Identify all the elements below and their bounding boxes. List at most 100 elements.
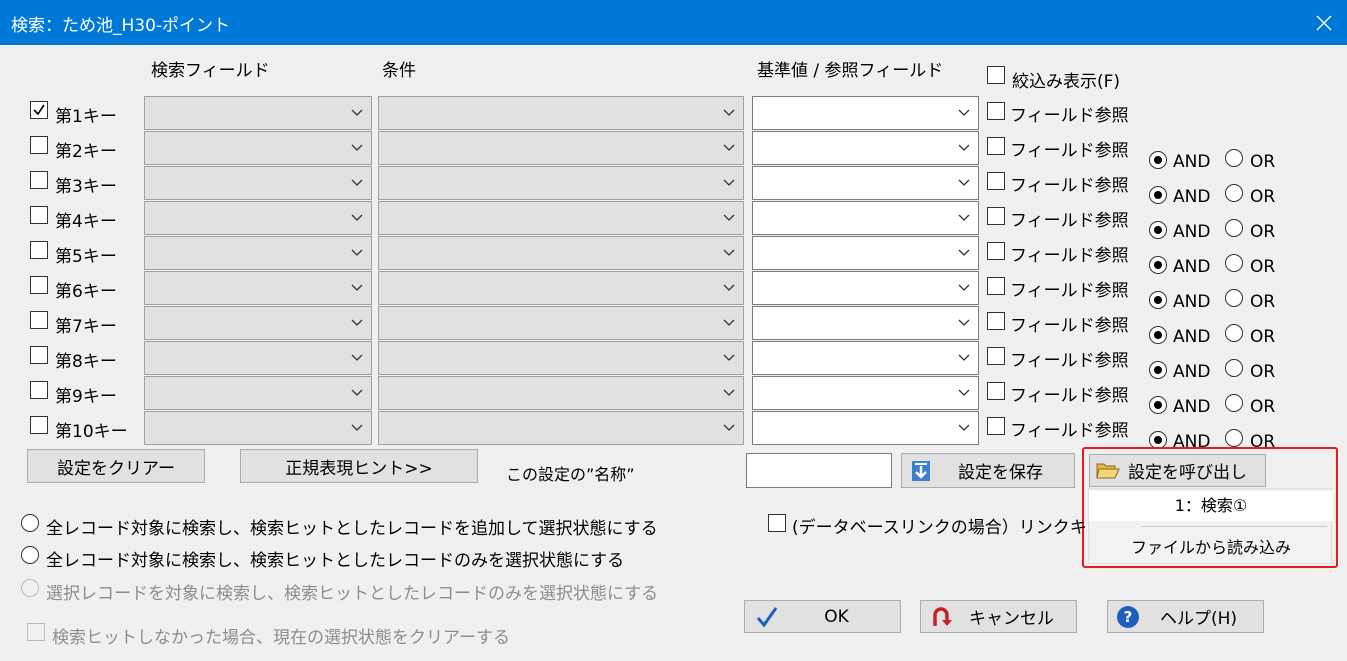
field-ref-label: フィールド参照 [1010,316,1129,336]
search-field-dropdown[interactable] [144,166,372,200]
key-row: 第1キー フィールド参照 [0,96,1347,131]
condition-dropdown[interactable] [378,131,744,165]
mode-radio-only[interactable] [21,546,39,564]
field-ref-checkbox[interactable] [987,277,1005,295]
key-label: 第3キー [55,177,117,197]
or-radio[interactable] [1225,359,1243,377]
condition-dropdown[interactable] [378,201,744,235]
condition-dropdown[interactable] [378,306,744,340]
chevron-down-icon [958,389,970,396]
menu-separator [1141,526,1327,527]
menu-item-load-file[interactable]: ファイルから読み込み [1089,533,1333,563]
setting-name-input[interactable] [746,453,892,488]
menu-item-search-1[interactable]: 1：検索① [1089,491,1333,521]
key-row: 第2キー フィールド参照 [0,131,1347,166]
value-combobox[interactable] [752,376,979,410]
value-combobox[interactable] [752,131,979,165]
narrow-display-checkbox[interactable] [987,66,1005,84]
search-field-dropdown[interactable] [144,96,372,130]
search-field-dropdown[interactable] [144,236,372,270]
field-ref-label: フィールド参照 [1010,246,1129,266]
help-button[interactable]: ? ヘルプ(H) [1107,600,1264,633]
header-condition: 条件 [382,61,416,81]
value-combobox[interactable] [752,306,979,340]
clear-on-no-hit-checkbox[interactable] [27,623,45,641]
or-radio[interactable] [1225,394,1243,412]
or-radio[interactable] [1225,149,1243,167]
condition-dropdown[interactable] [378,96,744,130]
search-field-dropdown[interactable] [144,341,372,375]
value-combobox[interactable] [752,411,979,445]
db-link-checkbox[interactable] [768,514,786,532]
condition-dropdown[interactable] [378,271,744,305]
condition-dropdown[interactable] [378,236,744,270]
key-row: 第3キー フィールド参照 [0,166,1347,201]
ok-button[interactable]: OK [744,600,901,633]
key-checkbox[interactable] [30,241,48,259]
search-field-dropdown[interactable] [144,411,372,445]
value-combobox[interactable] [752,271,979,305]
cancel-label: キャンセル [969,609,1054,629]
mode-radio-selected[interactable] [21,579,39,597]
key-checkbox[interactable] [30,136,48,154]
title-bar: 検索：ため池_H30-ポイント [0,0,1347,45]
close-button[interactable] [1301,0,1347,45]
or-radio[interactable] [1225,429,1243,447]
key-checkbox[interactable] [30,101,48,119]
key-checkbox[interactable] [30,346,48,364]
field-ref-checkbox[interactable] [987,137,1005,155]
field-ref-checkbox[interactable] [987,312,1005,330]
key-checkbox[interactable] [30,276,48,294]
search-field-dropdown[interactable] [144,376,372,410]
or-radio[interactable] [1225,254,1243,272]
field-ref-checkbox[interactable] [987,102,1005,120]
key-checkbox[interactable] [30,381,48,399]
field-ref-checkbox[interactable] [987,207,1005,225]
key-label: 第7キー [55,317,117,337]
field-ref-checkbox[interactable] [987,347,1005,365]
mode-label-selected: 選択レコードを対象に検索し、検索ヒットとしたレコードのみを選択状態にする [46,584,659,604]
or-radio[interactable] [1225,184,1243,202]
chevron-down-icon [723,249,735,256]
key-checkbox[interactable] [30,416,48,434]
condition-dropdown[interactable] [378,411,744,445]
chevron-down-icon [958,249,970,256]
mode-label-add: 全レコード対象に検索し、検索ヒットとしたレコードを追加して選択状態にする [46,519,658,539]
or-radio[interactable] [1225,324,1243,342]
value-combobox[interactable] [752,166,979,200]
key-checkbox[interactable] [30,206,48,224]
open-folder-icon [1096,463,1120,478]
clear-settings-button[interactable]: 設定をクリアー [27,449,205,483]
value-combobox[interactable] [752,236,979,270]
field-ref-checkbox[interactable] [987,417,1005,435]
chevron-down-icon [351,424,363,431]
value-combobox[interactable] [752,96,979,130]
field-ref-checkbox[interactable] [987,172,1005,190]
chevron-down-icon [958,179,970,186]
save-settings-button[interactable]: 設定を保存 [901,453,1075,488]
chevron-down-icon [723,109,735,116]
condition-dropdown[interactable] [378,166,744,200]
cancel-button[interactable]: キャンセル [920,600,1077,633]
mode-radio-add[interactable] [21,514,39,532]
load-settings-button[interactable]: 設定を呼び出し [1089,454,1266,487]
condition-dropdown[interactable] [378,376,744,410]
search-field-dropdown[interactable] [144,306,372,340]
key-checkbox[interactable] [30,171,48,189]
search-field-dropdown[interactable] [144,271,372,305]
header-value: 基準値 / 参照フィールド [757,61,944,81]
condition-dropdown[interactable] [378,341,744,375]
or-radio[interactable] [1225,289,1243,307]
field-ref-label: フィールド参照 [1010,386,1129,406]
or-radio[interactable] [1225,219,1243,237]
search-field-dropdown[interactable] [144,201,372,235]
key-label: 第10キー [55,422,128,442]
search-field-dropdown[interactable] [144,131,372,165]
regex-hint-button[interactable]: 正規表現ヒント>> [240,449,478,483]
value-combobox[interactable] [752,341,979,375]
chevron-down-icon [958,354,970,361]
field-ref-checkbox[interactable] [987,382,1005,400]
key-checkbox[interactable] [30,311,48,329]
value-combobox[interactable] [752,201,979,235]
field-ref-checkbox[interactable] [987,242,1005,260]
